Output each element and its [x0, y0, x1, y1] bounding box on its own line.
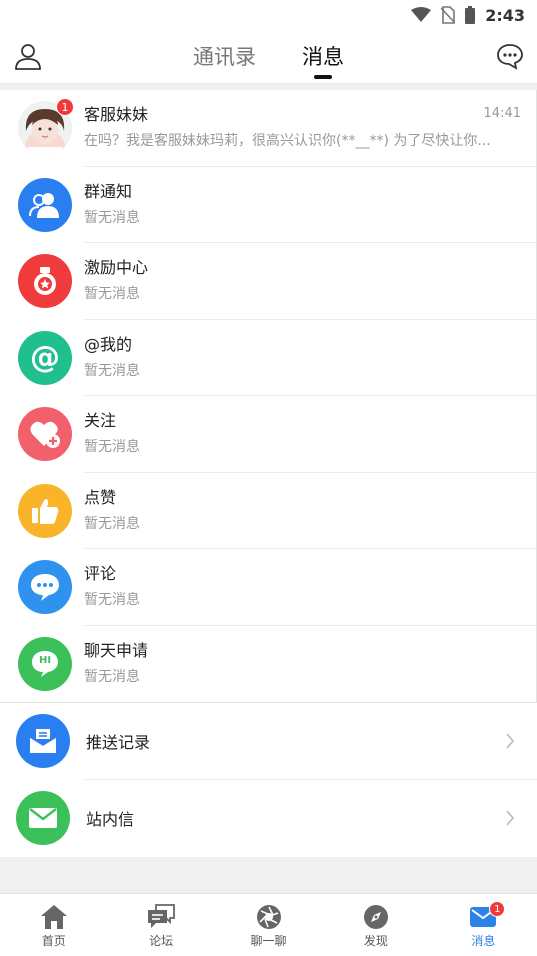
avatar-wrap	[18, 560, 72, 615]
list-item-comments[interactable]: 评论 暂无消息	[0, 549, 536, 626]
avatar-wrap: HI	[18, 636, 72, 691]
push-record-icon	[16, 714, 70, 769]
nav-label: 发现	[363, 934, 388, 948]
status-bar: 2:43	[0, 0, 537, 30]
nav-chat[interactable]: 聊一聊	[215, 894, 322, 956]
link-label: 站内信	[86, 809, 135, 829]
compass-icon	[362, 904, 390, 930]
message-preview: 暂无消息	[84, 592, 140, 609]
nav-discover[interactable]: 发现	[322, 894, 429, 956]
list-item-inbox[interactable]: 站内信	[0, 780, 537, 857]
avatar-wrap	[18, 254, 72, 309]
message-body: 点赞 暂无消息	[84, 487, 536, 535]
message-list: 1 客服妹妹 在吗？我是客服妹妹玛莉，很高兴认识你(**__**) 为了尽快让你…	[0, 90, 537, 703]
chat-aperture-icon	[255, 904, 283, 930]
chat-request-glyph: HI	[38, 654, 52, 666]
list-item-customer-service[interactable]: 1 客服妹妹 在吗？我是客服妹妹玛莉，很高兴认识你(**__**) 为了尽快让你…	[0, 90, 536, 167]
message-title: 聊天申请	[84, 640, 149, 660]
list-item-chat-request[interactable]: HI 聊天申请 暂无消息	[0, 626, 536, 703]
group-icon	[18, 177, 72, 232]
avatar-wrap	[18, 177, 72, 232]
message-title: 群通知	[84, 181, 133, 201]
message-preview: 在吗？我是客服妹妹玛莉，很高兴认识你(**__**) 为了尽快让你...	[84, 133, 491, 150]
message-preview: 暂无消息	[84, 362, 140, 379]
mail-icon	[16, 790, 70, 845]
message-body: 激励中心 暂无消息	[84, 257, 536, 305]
chevron-right-icon	[505, 733, 515, 749]
status-time: 2:43	[485, 5, 525, 25]
message-preview: 暂无消息	[84, 515, 140, 532]
bottom-nav: 首页 论坛 聊一聊 发现 1 消息	[0, 893, 537, 956]
battery-icon	[465, 6, 476, 24]
comment-icon	[18, 560, 72, 615]
medal-icon	[18, 254, 72, 309]
avatar-wrap: @	[18, 330, 72, 385]
nav-unread-badge: 1	[489, 901, 506, 917]
message-title: 评论	[84, 564, 117, 584]
nav-home[interactable]: 首页	[0, 894, 107, 956]
message-preview: 暂无消息	[84, 286, 140, 303]
link-label: 推送记录	[86, 733, 151, 753]
message-preview: 暂无消息	[84, 209, 140, 226]
message-body: 客服妹妹 在吗？我是客服妹妹玛莉，很高兴认识你(**__**) 为了尽快让你..…	[84, 104, 536, 152]
avatar-wrap	[18, 483, 72, 538]
message-title: 关注	[84, 411, 117, 431]
chevron-right-icon	[505, 809, 515, 826]
no-sim-icon	[441, 6, 456, 24]
message-body: @我的 暂无消息	[84, 334, 536, 382]
message-title: @我的	[84, 334, 133, 354]
avatar-wrap	[18, 407, 72, 462]
list-item-incentive-center[interactable]: 激励中心 暂无消息	[0, 243, 536, 320]
wifi-icon	[411, 7, 432, 23]
message-preview: 暂无消息	[84, 439, 140, 456]
unread-badge: 1	[56, 98, 74, 117]
message-body: 聊天申请 暂无消息	[84, 640, 536, 688]
message-title: 客服妹妹	[84, 105, 149, 125]
at-glyph: @	[30, 339, 60, 375]
list-item-group-notice[interactable]: 群通知 暂无消息	[0, 167, 536, 243]
link-list: 推送记录 站内信	[0, 703, 537, 856]
header-tabs: 通讯录 消息	[0, 30, 537, 84]
message-body: 群通知 暂无消息	[84, 181, 536, 229]
avatar-wrap: 1	[18, 98, 74, 156]
nav-label: 论坛	[149, 934, 174, 948]
empty-area	[0, 857, 537, 893]
chat-bubble-icon[interactable]	[496, 42, 524, 70]
list-item-likes[interactable]: 点赞 暂无消息	[0, 473, 536, 549]
message-time: 14:41	[483, 106, 521, 121]
top-header: 通讯录 消息	[0, 30, 537, 84]
nav-forum[interactable]: 论坛	[107, 894, 214, 956]
thumbs-up-icon	[18, 483, 72, 538]
message-preview: 暂无消息	[84, 668, 140, 685]
list-item-mentions[interactable]: @ @我的 暂无消息	[0, 320, 536, 396]
nav-label: 首页	[41, 934, 66, 948]
at-icon: @	[18, 330, 72, 385]
heart-plus-icon	[18, 407, 72, 462]
message-title: 点赞	[84, 487, 117, 507]
message-title: 激励中心	[84, 258, 149, 278]
home-icon	[40, 904, 68, 930]
list-item-push-records[interactable]: 推送记录	[0, 703, 537, 780]
list-item-follow[interactable]: 关注 暂无消息	[0, 396, 536, 473]
forum-icon	[147, 904, 176, 930]
nav-messages[interactable]: 1 消息	[430, 894, 537, 956]
nav-label: 消息	[471, 934, 496, 948]
nav-label: 聊一聊	[250, 934, 287, 948]
tab-messages[interactable]: 消息	[302, 30, 344, 84]
message-body: 评论 暂无消息	[84, 563, 536, 611]
chat-request-icon: HI	[18, 636, 72, 691]
message-body: 关注 暂无消息	[84, 410, 536, 458]
tab-contacts[interactable]: 通讯录	[193, 30, 256, 84]
